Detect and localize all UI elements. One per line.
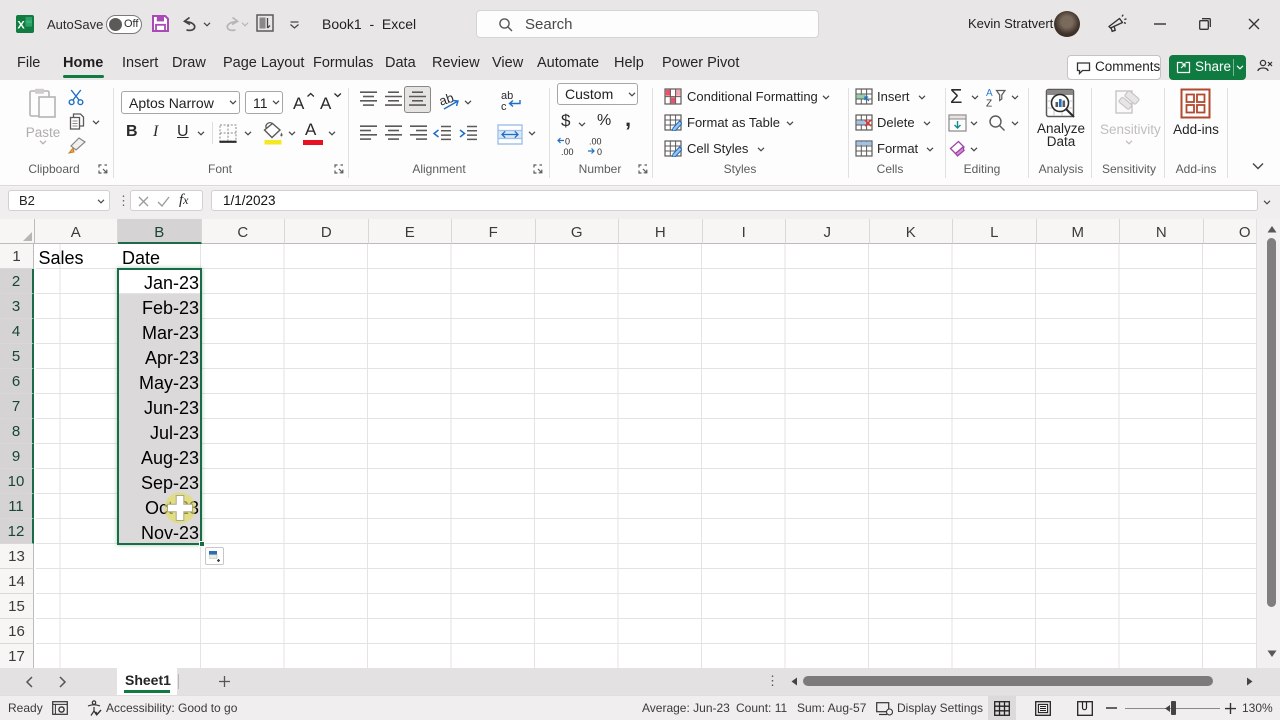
svg-text:c: c bbox=[501, 101, 507, 111]
svg-text:X: X bbox=[17, 20, 25, 32]
svg-text:.00: .00 bbox=[561, 147, 574, 156]
svg-text:0: 0 bbox=[597, 147, 602, 156]
svg-text:ab: ab bbox=[438, 90, 456, 109]
svg-text:A: A bbox=[320, 94, 332, 112]
svg-text:A: A bbox=[293, 94, 305, 112]
svg-text:A: A bbox=[986, 88, 993, 99]
svg-text:.00: .00 bbox=[589, 137, 602, 147]
svg-text:0: 0 bbox=[565, 137, 570, 147]
svg-text:Z: Z bbox=[986, 99, 992, 108]
